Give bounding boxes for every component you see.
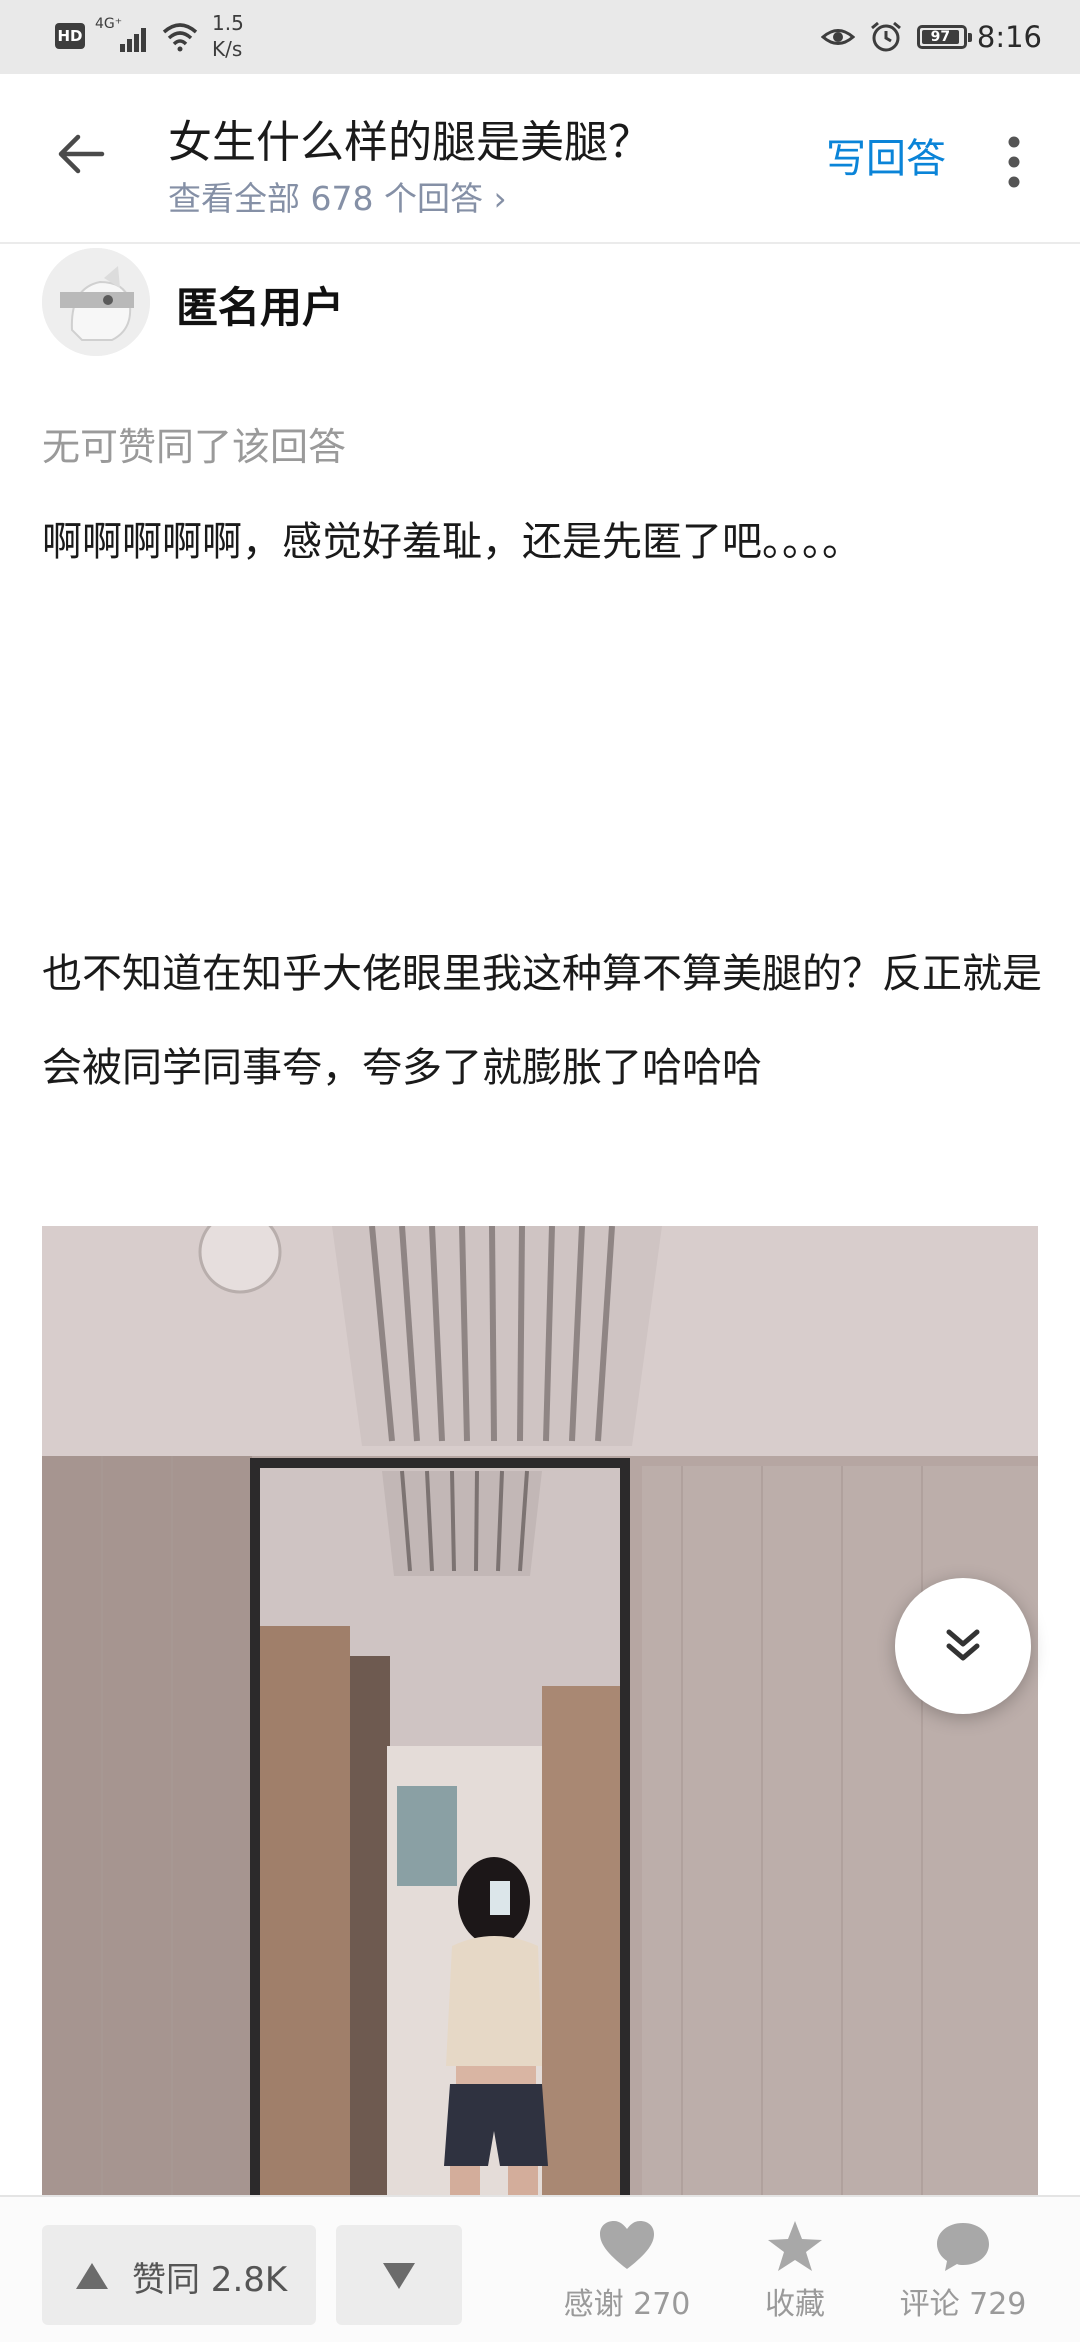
triangle-down-icon	[383, 2263, 415, 2289]
comment-bubble-icon	[937, 2223, 989, 2271]
question-title[interactable]: 女生什么样的腿是美腿？	[168, 106, 728, 170]
anonymous-avatar-icon	[42, 248, 150, 356]
back-arrow-icon[interactable]	[52, 124, 112, 184]
question-header: 女生什么样的腿是美腿？ 查看全部 678 个回答 › 写回答	[0, 74, 1080, 244]
upvote-label: 赞同 2.8K	[132, 2260, 288, 2300]
view-all-answers-link[interactable]: 查看全部 678 个回答 ›	[168, 172, 507, 220]
clock: 8:16	[976, 20, 1042, 54]
double-chevron-down-icon	[946, 1629, 980, 1661]
alarm-icon	[870, 21, 901, 52]
author-name[interactable]: 匿名用户	[176, 274, 344, 335]
answer-action-bar: 赞同 2.8K 感谢 270 收藏 评论 729	[0, 2195, 1080, 2342]
avatar[interactable]	[42, 248, 150, 356]
answer-paragraph: 啊啊啊啊啊，感觉好羞耻，还是先匿了吧。。。。	[42, 519, 862, 565]
triangle-up-icon	[76, 2263, 108, 2289]
collect-button[interactable]: 收藏	[720, 2219, 870, 2329]
battery-icon: 97	[916, 25, 972, 49]
upvoted-by-line: 无可赞同了该回答	[42, 425, 347, 469]
thanks-label: 感谢 270	[563, 2287, 691, 2322]
comment-button[interactable]: 评论 729	[888, 2219, 1038, 2329]
network-type: 4G⁺	[95, 16, 123, 32]
status-bar: HD 4G⁺ 1.5 K/s 97 8:16	[0, 0, 1080, 74]
status-right: 97 8:16	[820, 14, 1042, 60]
speed-unit: K/s	[212, 37, 243, 61]
eye-comfort-icon	[820, 29, 855, 45]
network-speed: 1.5 K/s	[212, 10, 262, 62]
thanks-button[interactable]: 感谢 270	[552, 2219, 702, 2329]
comment-label: 评论 729	[899, 2287, 1027, 2322]
write-answer-button[interactable]: 写回答	[826, 126, 946, 184]
upvote-button[interactable]: 赞同 2.8K	[42, 2225, 316, 2325]
answer-paragraph: 也不知道在知乎大佬眼里我这种算不算美腿的？反正就是会被同学同事夸，夸多了就膨胀了…	[42, 951, 1042, 1091]
scroll-to-next-button[interactable]	[895, 1578, 1031, 1714]
signal-icon	[120, 26, 150, 52]
answer-photo[interactable]	[42, 1226, 1038, 2226]
wifi-icon	[162, 23, 198, 52]
collect-label: 收藏	[765, 2287, 825, 2322]
speed-value: 1.5	[212, 11, 244, 35]
mirror-selfie-image	[42, 1226, 1038, 2226]
hd-badge: HD	[55, 23, 85, 49]
heart-icon	[600, 2221, 654, 2269]
battery-level: 97	[921, 30, 959, 45]
star-icon	[768, 2221, 822, 2271]
downvote-button[interactable]	[336, 2225, 462, 2325]
more-options-icon[interactable]	[1000, 132, 1028, 192]
